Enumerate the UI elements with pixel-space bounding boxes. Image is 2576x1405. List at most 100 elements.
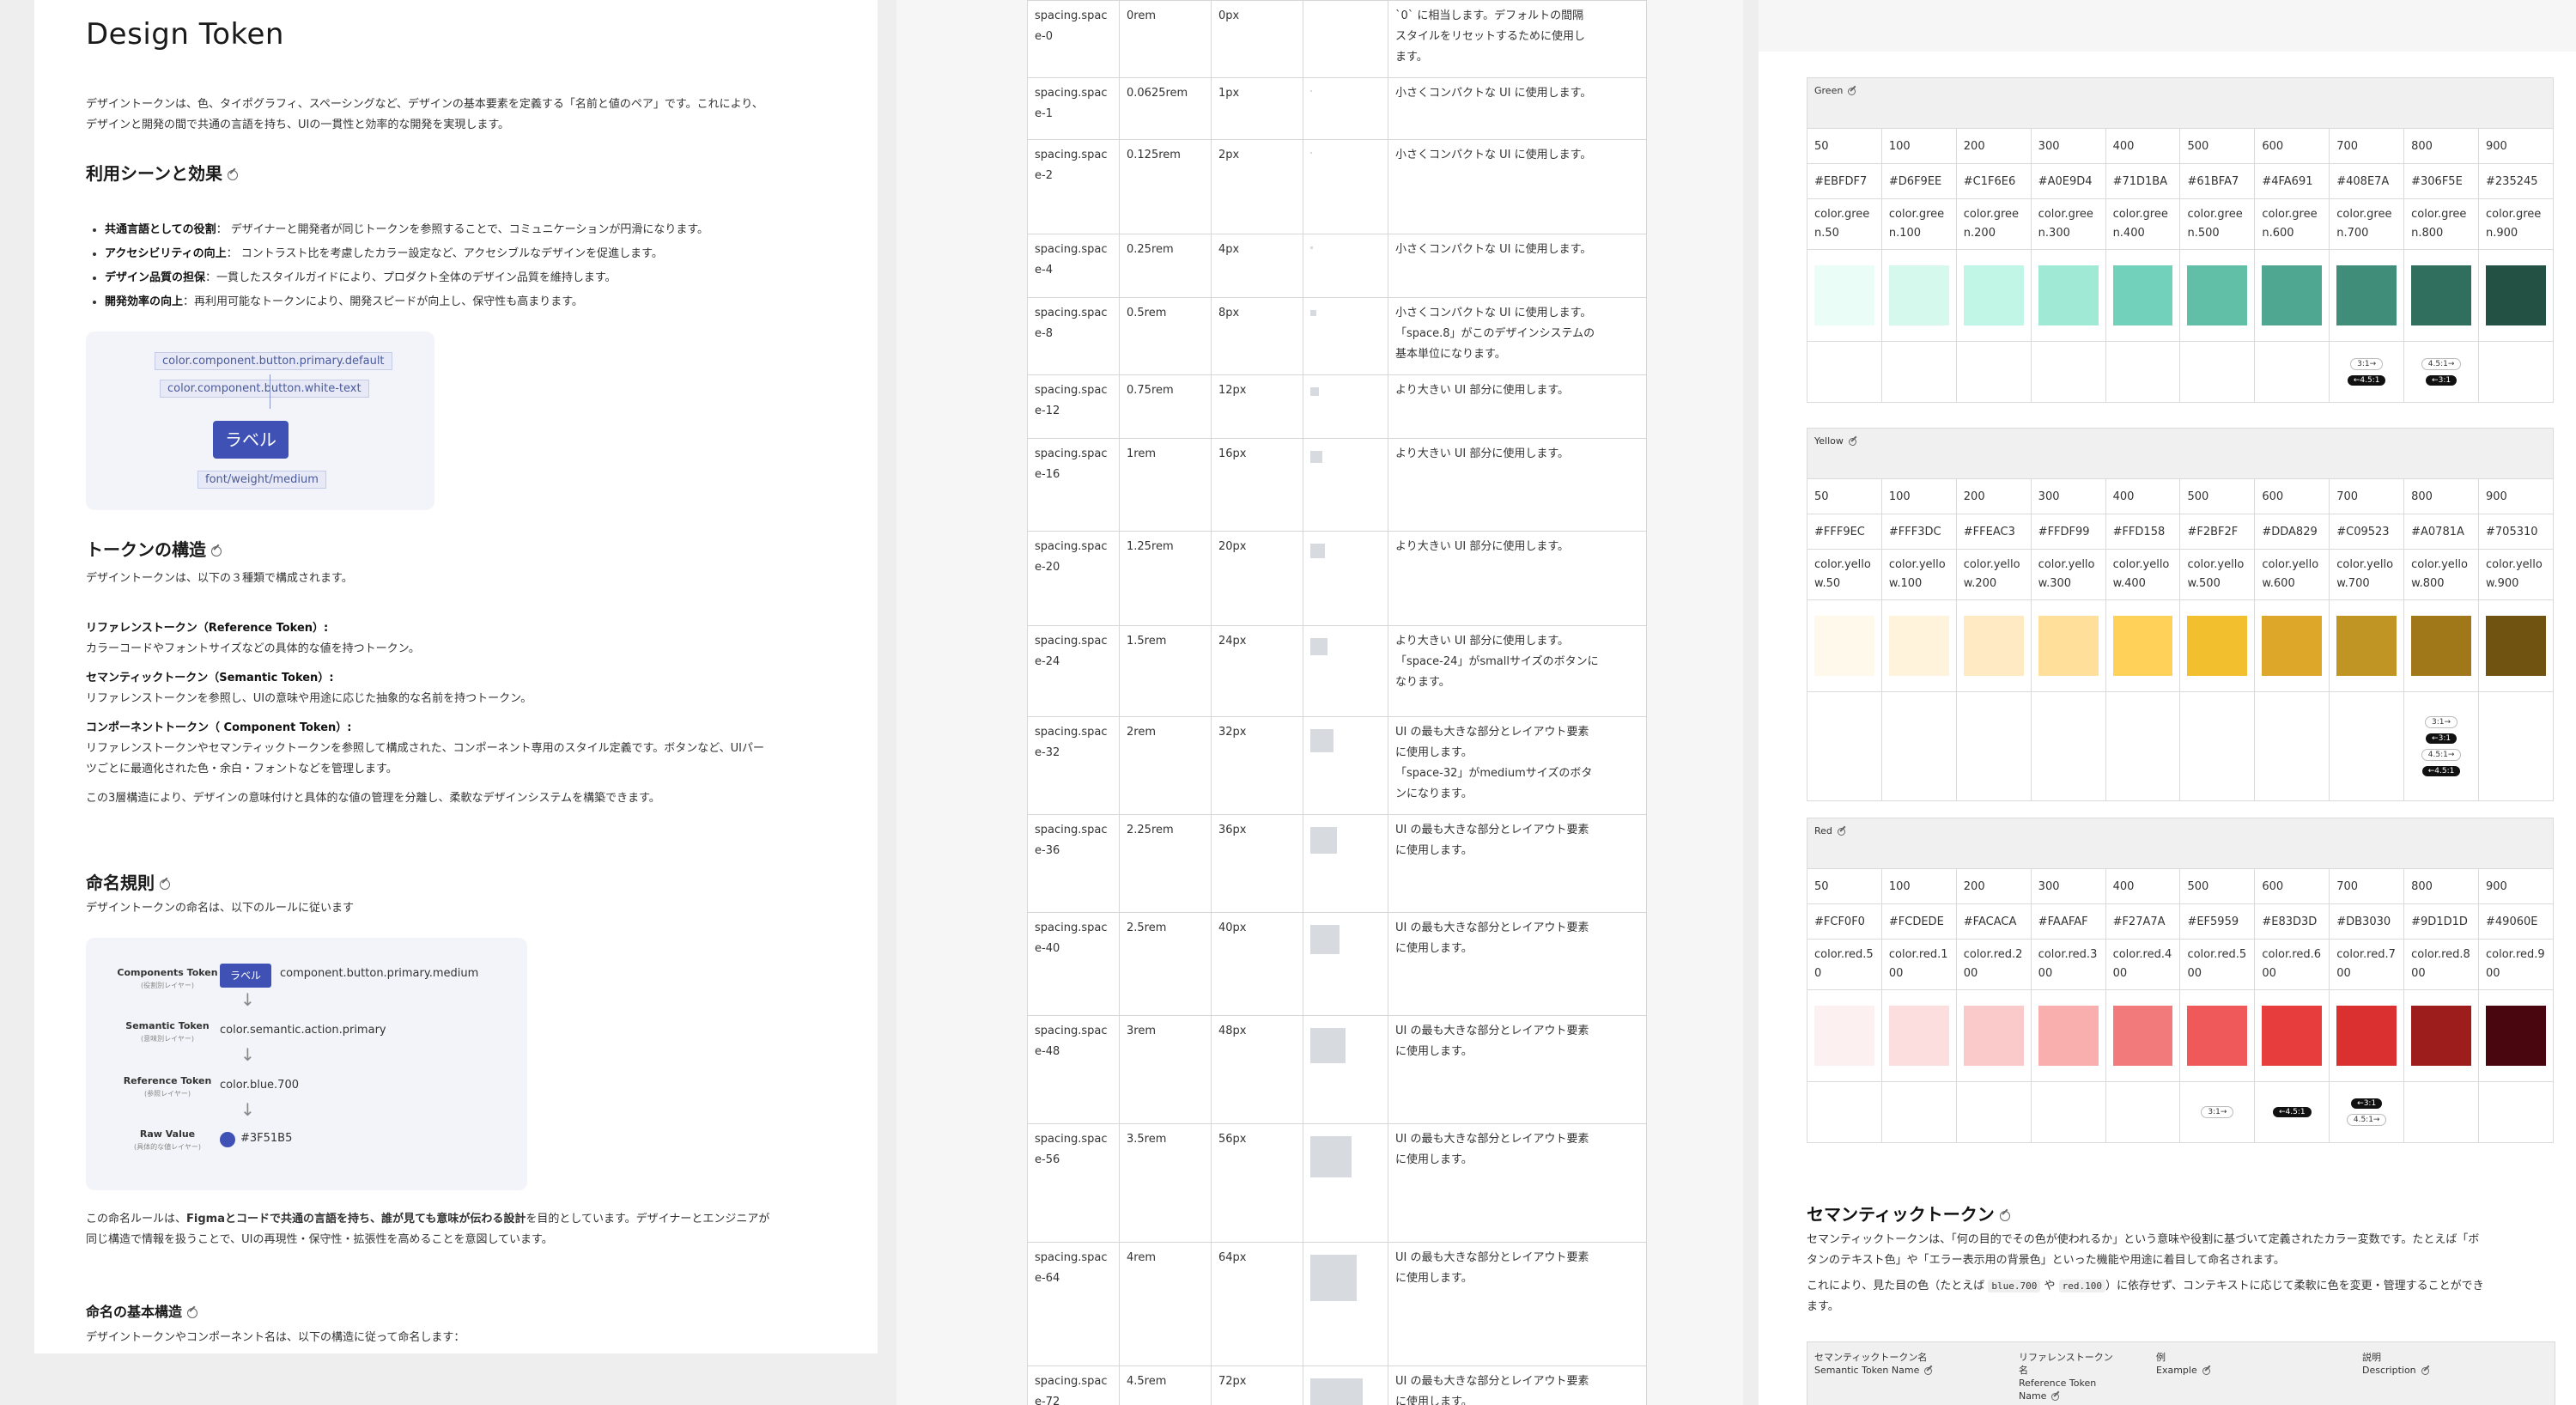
link-icon[interactable] [1924,1366,1933,1375]
swatch-cell [2329,989,2405,1082]
palette-red: Red 50 100 200 300 400 500 600 700 800 900 #FCF0F0 #… [1807,818,2554,1143]
description-cell: より大きい UI 部分に使用します。 [1388,531,1647,626]
naming-heading: 命名規則 [86,869,826,894]
contrast-badge: ←4.5:1 [2347,375,2386,386]
link-icon[interactable] [2051,1392,2060,1401]
contrast-cell: ←4.5:1 [2254,1081,2330,1143]
basic-structure-heading: 命名の基本構造 [86,1300,826,1321]
px-cell: 36px [1211,814,1303,913]
left-document-panel: Design Token デザイントークンは、色、タイポグラフィ、スペーシングな… [34,0,878,1353]
link-icon[interactable] [211,545,222,557]
sem-desc: リファレンストークンを参照し、UIの意味や用途に応じた抽象的な名前を持つトークン… [86,692,532,705]
color-swatch [2486,265,2546,325]
swatch-cell [2403,599,2480,692]
tokens-cell: color.green.50 [1807,198,1882,250]
link-icon[interactable] [1848,87,1856,95]
spacing-row: spacing.space-64 4rem 64px UI の最も大きな部分とレイアウ… [1027,1242,1647,1366]
contrast-cell [1880,341,1957,403]
steps-cell: 50 [1807,478,1882,514]
steps-cell: 700 [2329,128,2405,164]
flow-name-raw: Raw Value (具体的な値レイヤー) [133,1128,201,1151]
color-swatch [2038,616,2099,676]
rem-cell: 0.5rem [1119,297,1212,375]
contrast-badge: 4.5:1→ [2421,358,2462,370]
color-swatch [2262,1006,2323,1066]
swatch-cell [1303,1015,1388,1124]
tokens-cell: color.yellow.300 [2030,549,2106,600]
token-name-cell: spacing.space-24 [1027,625,1120,717]
swatch-cell [2105,249,2181,342]
link-icon[interactable] [187,1307,198,1318]
color-swatch [2187,616,2248,676]
palette-title: Green [1814,85,1844,96]
color-swatch [2486,1006,2546,1066]
steps-cell: 100 [1880,128,1957,164]
contrast-cell [1955,691,2032,801]
link-icon[interactable] [1848,437,1856,446]
contrast-badge: 3:1→ [2350,358,2384,370]
semantic-token-heading: セマンティックトークン [1807,1201,2010,1226]
swatch-cell [1303,234,1388,298]
contrast-badge: ←3:1 [2351,1098,2383,1109]
steps-cell: 100 [1880,868,1957,904]
rem-cell: 4.5rem [1119,1365,1212,1405]
swatch-cell [1303,0,1388,78]
contrast-cell [2179,691,2256,801]
steps-cell: 800 [2403,128,2480,164]
contrast-cell [2030,341,2106,403]
swatch-cell [2478,599,2554,692]
rem-cell: 2rem [1119,716,1212,815]
description-cell: 小さくコンパクトな UI に使用します。 [1388,139,1647,234]
benefit-item: アクセシビリティの向上： コントラスト比を考慮したカラー設定など、アクセシブルな… [105,242,826,266]
tokens-cell: color.red.700 [2329,939,2405,990]
spacing-swatch [1310,925,1340,954]
flow-name-reference: Reference Token (参照レイヤー) [123,1075,212,1098]
rem-cell: 2.25rem [1119,814,1212,913]
color-swatch [2336,616,2397,676]
contrast-cell [2254,691,2330,801]
swatch-cell [2403,249,2480,342]
page-title: Design Token [86,17,284,52]
spacing-swatch [1310,1378,1364,1405]
px-cell: 4px [1211,234,1303,298]
steps-cell: 600 [2254,868,2330,904]
link-icon[interactable] [1837,827,1845,836]
swatch-cell [1880,249,1957,342]
contrast-cell: 3:1→ ←4.5:1 [2329,341,2405,403]
spacing-swatch [1310,246,1314,250]
sample-label-button: ラベル [213,421,289,459]
swatch-cell [2254,599,2330,692]
structure-heading-text: トークンの構造 [86,539,206,560]
px-cell: 20px [1211,531,1303,626]
swatch-cell [2254,249,2330,342]
swatch-cell [1303,77,1388,140]
intro-line-2: デザインと開発の間で共通の言語を持ち、UIの一貫性と効率的な開発を実現します。 [86,119,510,131]
swatch-cell [2030,249,2106,342]
color-swatch [2486,616,2546,676]
flow-value-raw: #3F51B5 [240,1132,293,1145]
hex-cell: #DDA829 [2254,514,2330,550]
tokens-cell: color.yellow.500 [2179,549,2256,600]
arrow-down-icon: ↓ [240,1099,255,1120]
color-swatch [1814,616,1874,676]
tokens-cell: color.red.50 [1807,939,1882,990]
description-cell: UI の最も大きな部分とレイアウト要素 に使用します。 [1388,1123,1647,1243]
color-swatch [2336,265,2397,325]
comp-term: コンポーネントトークン（ Component Token）: [86,721,352,734]
hex-cell: #D6F9EE [1880,163,1957,199]
link-icon[interactable] [228,169,238,180]
hex-cell: #FCDEDE [1880,903,1957,940]
rem-cell: 2.5rem [1119,912,1212,1016]
swatch-cell [2329,599,2405,692]
color-swatch [1814,1006,1874,1066]
chip-font-weight: font/weight/medium [197,471,326,489]
link-icon[interactable] [2202,1366,2210,1375]
intro-paragraph: デザイントークンは、色、タイポグラフィ、スペーシングなど、デザインの基本要素を定… [86,94,826,136]
tokens-cell: color.red.200 [1955,939,2032,990]
link-icon[interactable] [2421,1366,2429,1375]
hex-cell: #C09523 [2329,514,2405,550]
spacing-row: spacing.space-16 1rem 16px より大きい UI 部分に使用しま… [1027,438,1647,532]
link-icon[interactable] [160,879,170,890]
link-icon[interactable] [1999,1210,2010,1221]
flow-value-reference: color.blue.700 [220,1079,299,1092]
